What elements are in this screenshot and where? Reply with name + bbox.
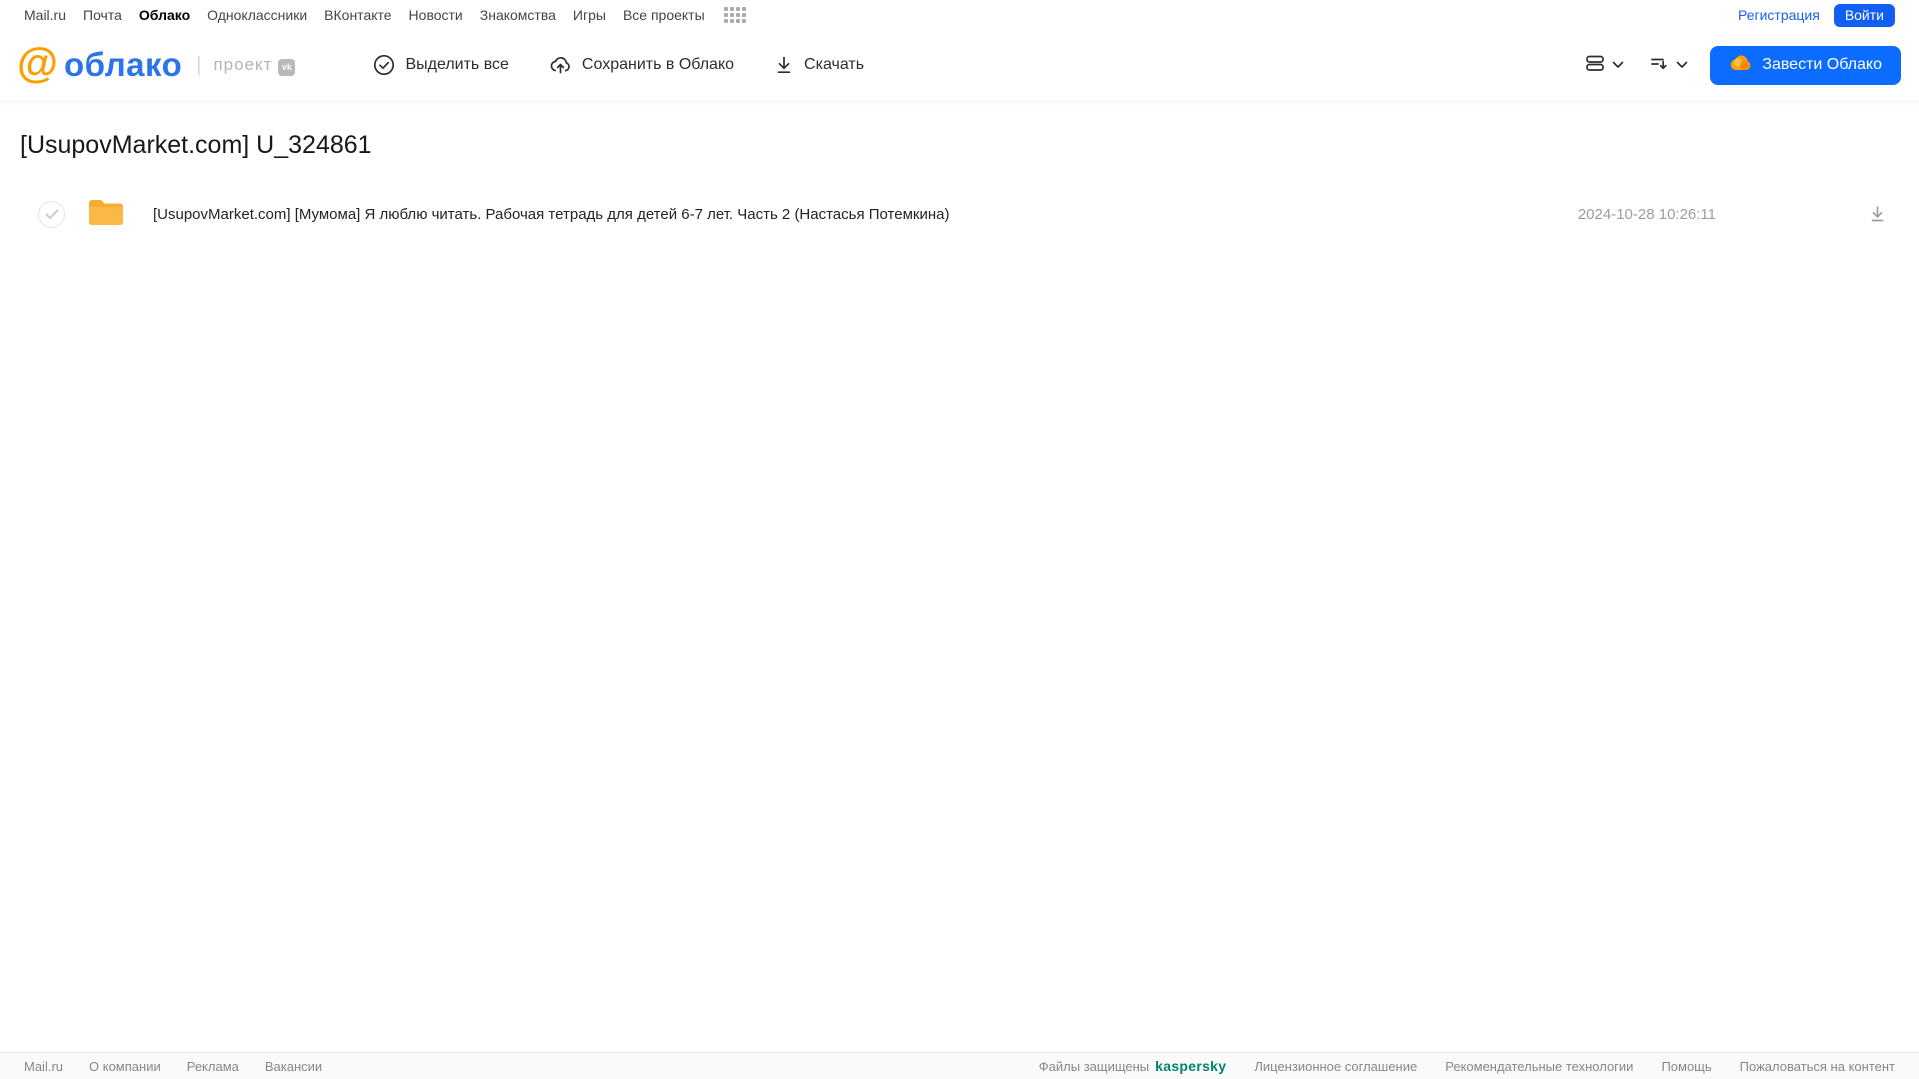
portal-auth: Регистрация Войти bbox=[1738, 3, 1895, 27]
portal-link-all-projects[interactable]: Все проекты bbox=[623, 7, 705, 23]
file-name-link[interactable]: [UsupovMarket.com] [Мумома] Я люблю чита… bbox=[153, 206, 949, 223]
footer-link-ads[interactable]: Реклама bbox=[187, 1059, 239, 1074]
footer-link-mailru[interactable]: Mail.ru bbox=[24, 1059, 63, 1074]
footer-right-links: Файлы защищены kaspersky Лицензионное со… bbox=[1039, 1058, 1895, 1074]
portal-link-odnoklassniki[interactable]: Одноклассники bbox=[207, 7, 307, 23]
footer-link-jobs[interactable]: Вакансии bbox=[265, 1059, 322, 1074]
portal-links: Mail.ru Почта Облако Одноклассники ВКонт… bbox=[24, 7, 746, 23]
header-right: Завести Облако bbox=[1584, 45, 1901, 85]
registration-link[interactable]: Регистрация bbox=[1738, 7, 1820, 23]
portal-link-mailru[interactable]: Mail.ru bbox=[24, 7, 66, 23]
chevron-down-icon bbox=[1676, 56, 1688, 74]
file-date: 2024-10-28 10:26:11 bbox=[1577, 205, 1716, 223]
download-label: Скачать bbox=[804, 56, 865, 73]
download-icon bbox=[774, 54, 794, 76]
kaspersky-protected: Файлы защищены kaspersky bbox=[1039, 1058, 1227, 1074]
portal-link-mail[interactable]: Почта bbox=[83, 7, 122, 23]
file-row[interactable]: [UsupovMarket.com] [Мумома] Я люблю чита… bbox=[20, 190, 1919, 238]
page-title: [UsupovMarket.com] U_324861 bbox=[20, 131, 372, 159]
kaspersky-logo: kaspersky bbox=[1155, 1058, 1227, 1074]
row-checkbox[interactable] bbox=[38, 200, 65, 228]
header: @ облако | проект vk Выделить все Сохран… bbox=[0, 30, 1919, 100]
project-label: проект bbox=[213, 55, 273, 74]
cloud-brand-icon bbox=[1729, 54, 1752, 76]
chevron-down-icon bbox=[1612, 56, 1624, 74]
get-cloud-label: Завести Облако bbox=[1762, 56, 1882, 73]
cloud-logo[interactable]: @ облако | проект vk bbox=[17, 39, 296, 86]
select-all-label: Выделить все bbox=[405, 56, 509, 73]
get-cloud-button[interactable]: Завести Облако bbox=[1710, 45, 1901, 85]
vk-badge-icon: vk bbox=[278, 58, 296, 76]
footer-left-links: Mail.ru О компании Реклама Вакансии bbox=[24, 1059, 322, 1074]
login-button[interactable]: Войти bbox=[1833, 3, 1895, 27]
select-all-button[interactable]: Выделить все bbox=[373, 54, 509, 76]
logo-divider: | bbox=[196, 53, 202, 76]
mailru-at-icon: @ bbox=[17, 39, 58, 86]
main-content: [UsupovMarket.com] U_324861 [UsupovMarke… bbox=[0, 131, 1919, 238]
portal-link-news[interactable]: Новости bbox=[409, 7, 463, 23]
footer-link-recommendations[interactable]: Рекомендательные технологии bbox=[1445, 1059, 1633, 1074]
footer-link-report[interactable]: Пожаловаться на контент bbox=[1740, 1059, 1895, 1074]
save-to-cloud-button[interactable]: Сохранить в Облако bbox=[549, 54, 734, 76]
portal-link-games[interactable]: Игры bbox=[573, 7, 606, 23]
select-all-icon bbox=[373, 54, 395, 76]
protected-label: Файлы защищены bbox=[1038, 1058, 1150, 1074]
portal-link-cloud[interactable]: Облако bbox=[139, 7, 190, 23]
footer-link-help[interactable]: Помощь bbox=[1661, 1059, 1711, 1074]
download-button[interactable]: Скачать bbox=[774, 54, 864, 76]
apps-grid-icon[interactable] bbox=[723, 7, 746, 23]
toolbar: Выделить все Сохранить в Облако Скачать bbox=[373, 54, 864, 76]
footer: Mail.ru О компании Реклама Вакансии Файл… bbox=[0, 1052, 1919, 1079]
list-view-icon bbox=[1584, 52, 1606, 79]
footer-link-license[interactable]: Лицензионное соглашение bbox=[1254, 1059, 1417, 1074]
portal-nav: Mail.ru Почта Облако Одноклассники ВКонт… bbox=[0, 0, 1919, 30]
save-to-cloud-label: Сохранить в Облако bbox=[581, 56, 735, 73]
row-download-icon[interactable] bbox=[1868, 204, 1887, 224]
sort-dropdown[interactable] bbox=[1648, 52, 1688, 79]
portal-link-dating[interactable]: Знакомства bbox=[480, 7, 556, 23]
footer-link-about[interactable]: О компании bbox=[89, 1059, 161, 1074]
view-mode-dropdown[interactable] bbox=[1584, 52, 1624, 79]
portal-link-vkontakte[interactable]: ВКонтакте bbox=[324, 7, 391, 23]
sort-icon bbox=[1648, 52, 1670, 79]
logo-text: облако bbox=[63, 46, 183, 83]
cloud-upload-icon bbox=[549, 54, 572, 76]
folder-icon bbox=[87, 197, 125, 232]
